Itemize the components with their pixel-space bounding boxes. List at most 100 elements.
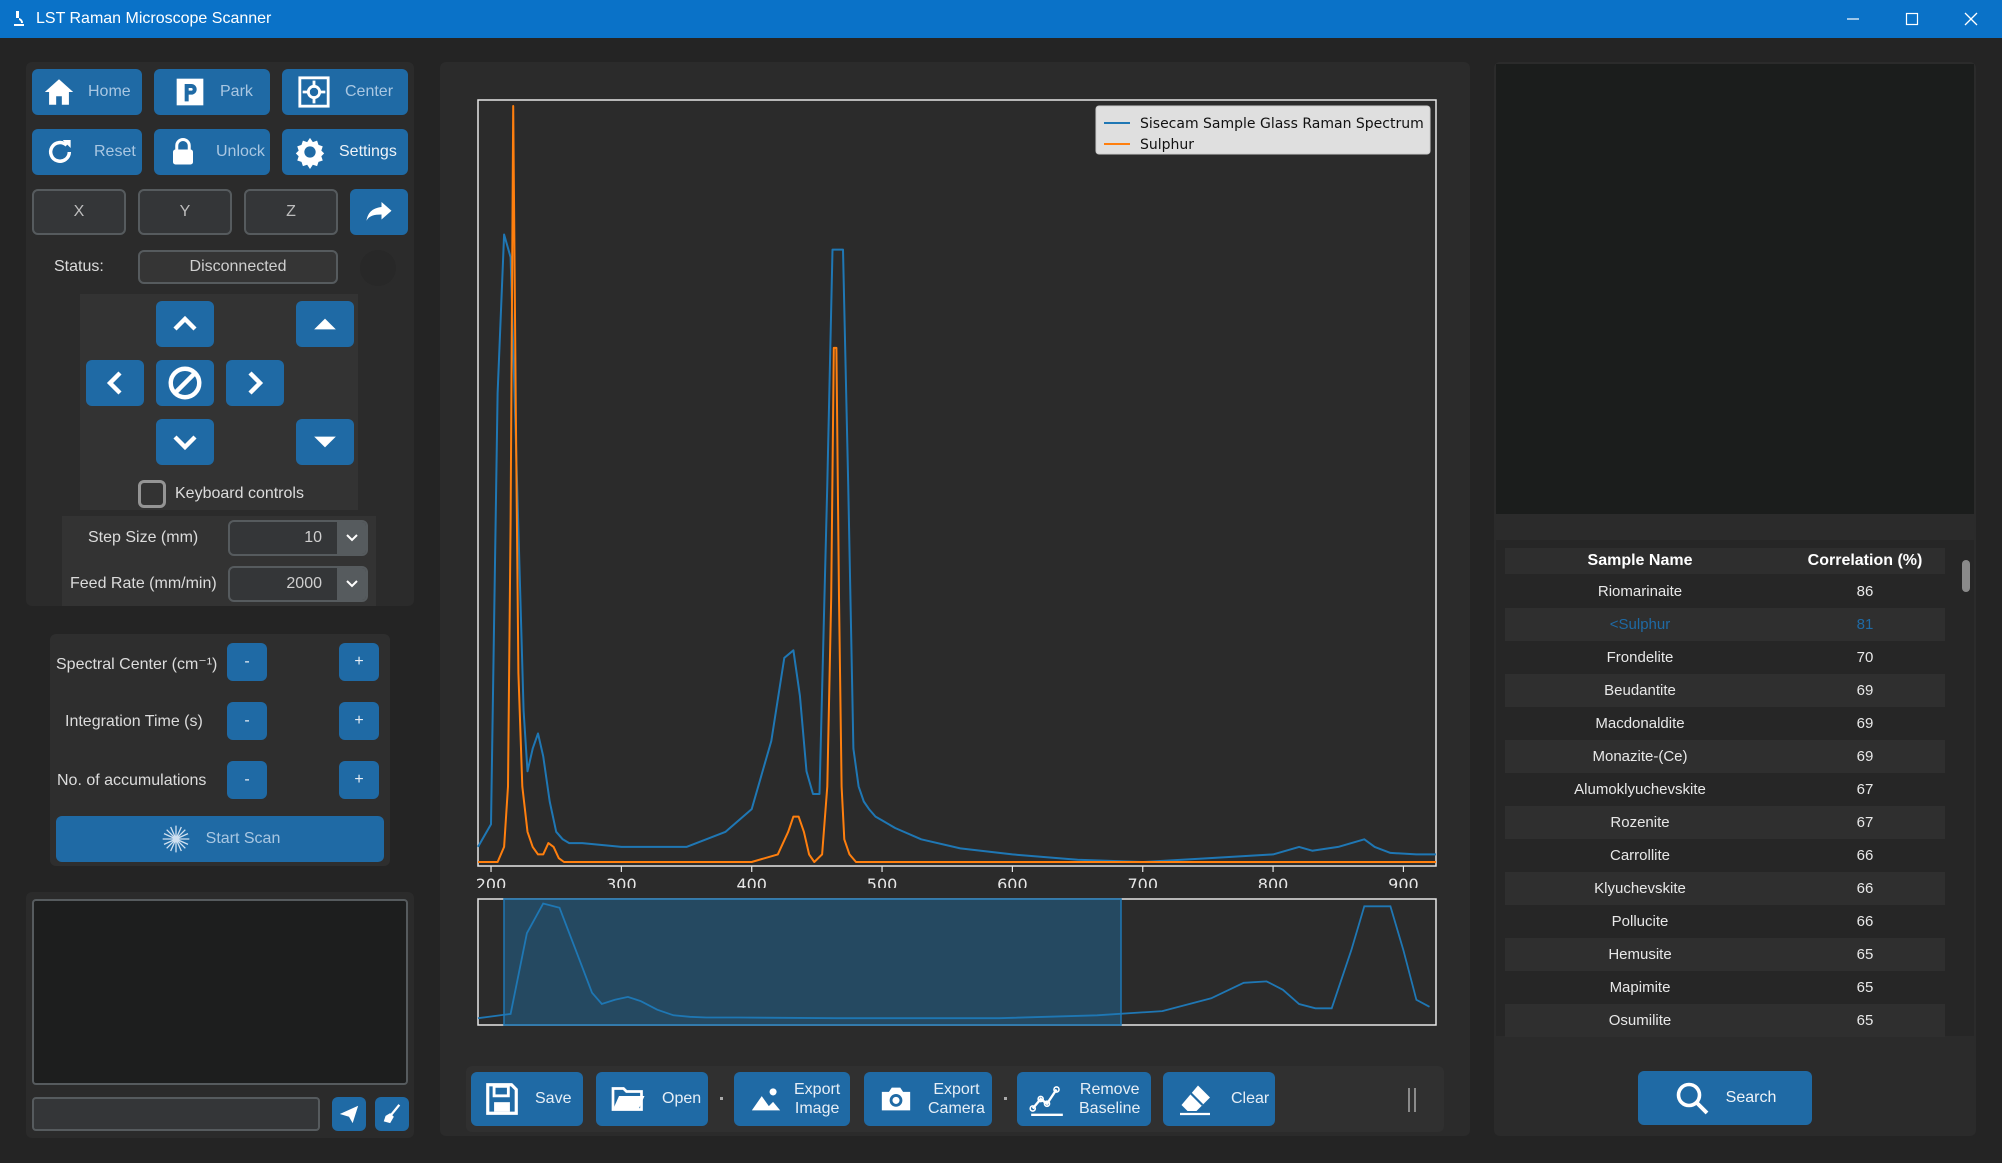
feed-rate-dropdown-button[interactable] [337, 568, 366, 600]
camera-view[interactable] [1496, 64, 1974, 514]
search-icon [1676, 1082, 1709, 1115]
step-size-dropdown-button[interactable] [337, 522, 366, 554]
table-row[interactable]: Mapimite 65 [1505, 971, 1945, 1004]
command-input[interactable] [32, 1097, 320, 1131]
table-row[interactable]: Macdonaldite 69 [1505, 707, 1945, 740]
jog-z-up-button[interactable] [296, 301, 354, 347]
clear-plot-button[interactable]: Clear [1163, 1072, 1275, 1126]
z-input[interactable]: Z [244, 189, 338, 235]
accumulations-minus-button[interactable]: - [227, 761, 267, 799]
send-command-button[interactable] [332, 1097, 366, 1131]
baseline-chart-icon [1029, 1086, 1063, 1117]
y-input[interactable]: Y [138, 189, 232, 235]
close-button[interactable] [1942, 0, 2000, 38]
toolbar-resize-handle[interactable] [1408, 1088, 1416, 1112]
chevron-up-icon [173, 315, 197, 331]
spectral-center-minus-button[interactable]: - [227, 643, 267, 681]
spectral-center-plus-button[interactable]: + [339, 643, 379, 681]
jog-z-down-button[interactable] [296, 419, 354, 465]
correlation-cell: 65 [1856, 946, 1874, 963]
maximize-button[interactable] [1883, 0, 1941, 38]
unlock-button[interactable]: Unlock [154, 129, 270, 175]
jog-y-plus-button[interactable] [156, 301, 214, 347]
clear-label: Clear [1231, 1090, 1270, 1107]
start-scan-label: Start Scan [205, 830, 281, 847]
table-row[interactable]: <Sulphur 81 [1505, 608, 1945, 641]
minimize-button[interactable] [1824, 0, 1882, 38]
sample-name-cell: Hemusite [1608, 946, 1672, 963]
minimize-icon [1847, 18, 1859, 20]
settings-label: Settings [339, 143, 397, 160]
plus-label: + [354, 712, 364, 729]
correlation-cell: 69 [1856, 682, 1874, 699]
table-row[interactable]: Pollucite 66 [1505, 905, 1945, 938]
table-row[interactable]: Alumoklyuchevskite 67 [1505, 773, 1945, 806]
home-button[interactable]: Home [32, 69, 142, 115]
x-tick-label: 800 [1258, 875, 1289, 888]
legend-entry: Sulphur [1140, 137, 1194, 153]
table-row[interactable]: Carrollite 66 [1505, 839, 1945, 872]
maximize-icon [1905, 12, 1919, 26]
jog-x-minus-button[interactable] [86, 360, 144, 406]
export-image-button[interactable]: Export Image [734, 1072, 850, 1126]
overview-selection-span[interactable] [503, 898, 1122, 1026]
go-to-position-button[interactable] [350, 189, 408, 235]
open-button[interactable]: Open [596, 1072, 708, 1126]
legend-entry: Sisecam Sample Glass Raman Spectrum [1140, 116, 1424, 132]
table-row[interactable]: Osumilite 65 [1505, 1004, 1945, 1037]
search-button[interactable]: Search [1638, 1071, 1812, 1125]
clear-console-button[interactable] [375, 1097, 409, 1131]
chevron-down-icon [173, 435, 197, 451]
correlation-cell: 81 [1856, 616, 1874, 633]
table-row[interactable]: Frondelite 70 [1505, 641, 1945, 674]
microscope-icon [14, 11, 24, 26]
table-row[interactable]: Hemusite 65 [1505, 938, 1945, 971]
jog-y-minus-button[interactable] [156, 419, 214, 465]
start-scan-button[interactable]: Start Scan [56, 816, 384, 862]
integration-time-minus-button[interactable]: - [227, 702, 267, 740]
correlation-header[interactable]: Correlation (%) [1780, 552, 1950, 570]
x-input[interactable]: X [32, 189, 126, 235]
integration-time-plus-button[interactable]: + [339, 702, 379, 740]
center-label: Center [345, 83, 394, 100]
remove-baseline-button[interactable]: Remove Baseline [1017, 1072, 1151, 1126]
lock-icon [173, 138, 193, 165]
correlation-cell: 65 [1856, 979, 1874, 996]
window-title: LST Raman Microscope Scanner [36, 10, 272, 27]
park-button[interactable]: Park [154, 69, 270, 115]
sample-name-cell: Osumilite [1608, 1012, 1672, 1029]
console-output[interactable] [32, 899, 408, 1085]
save-button[interactable]: Save [471, 1072, 583, 1126]
export-camera-button[interactable]: Export Camera [864, 1072, 992, 1126]
results-scrollbar[interactable] [1962, 560, 1970, 592]
table-row[interactable]: Beudantite 69 [1505, 674, 1945, 707]
parking-icon [176, 78, 204, 106]
accumulations-plus-button[interactable]: + [339, 761, 379, 799]
jog-stop-button[interactable] [156, 360, 214, 406]
step-size-value: 10 [304, 529, 322, 546]
sample-name-cell: Beudantite [1604, 682, 1676, 699]
status-label: Status: [54, 258, 104, 275]
table-row[interactable]: Riomarinaite 86 [1505, 575, 1945, 608]
spectrum-plot[interactable]: 200 300 400 500 600 700 800 900 Sisecam Sample G… [462, 88, 1442, 888]
integration-time-label: Integration Time (s) [65, 713, 203, 730]
correlation-cell: 70 [1856, 649, 1874, 666]
settings-button[interactable]: Settings [282, 129, 408, 175]
triangle-down-icon [314, 436, 336, 448]
save-label: Save [535, 1090, 572, 1107]
reset-button[interactable]: Reset [32, 129, 142, 175]
table-row[interactable]: Klyuchevskite 66 [1505, 872, 1945, 905]
table-row[interactable]: Rozenite 67 [1505, 806, 1945, 839]
keyboard-controls-checkbox[interactable] [138, 480, 166, 508]
spectrum-overview[interactable] [462, 888, 1442, 1028]
x-tick-label: 700 [1127, 875, 1158, 888]
step-size-label: Step Size (mm) [88, 529, 199, 546]
triangle-up-icon [314, 318, 336, 330]
jog-x-plus-button[interactable] [226, 360, 284, 406]
sample-name-header[interactable]: Sample Name [1505, 552, 1775, 570]
toolbar-separator [1004, 1097, 1007, 1100]
table-row[interactable]: Monazite-(Ce) 69 [1505, 740, 1945, 773]
sample-name-cell: Carrollite [1609, 847, 1670, 864]
center-button[interactable]: Center [282, 69, 408, 115]
correlation-cell: 66 [1856, 847, 1874, 864]
